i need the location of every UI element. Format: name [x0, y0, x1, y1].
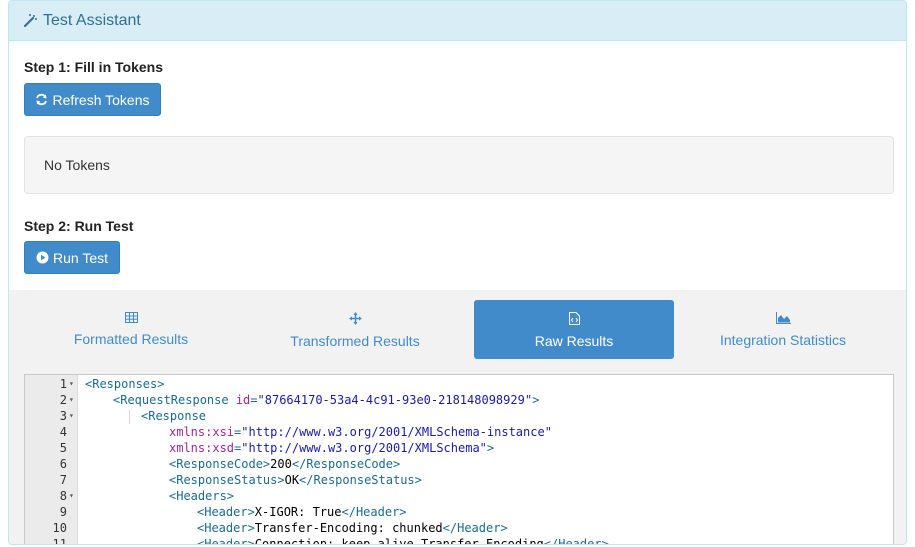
fold-toggle-icon[interactable]: ▾	[69, 376, 74, 392]
line-number: 8	[59, 489, 67, 503]
code-text: <Responses>	[85, 376, 164, 392]
code-token: <Headers>	[169, 489, 235, 503]
code-token: id	[235, 393, 251, 407]
fold-toggle-icon[interactable]: ▾	[69, 392, 74, 408]
code-line: 3 ▾ <Response	[25, 408, 893, 424]
code-text: <Response	[141, 408, 206, 424]
line-number: 6	[59, 457, 67, 471]
code-token: >	[486, 441, 495, 455]
tab-formatted-results-label: Formatted Results	[73, 331, 189, 347]
code-token: </Header>	[341, 505, 407, 519]
fold-toggle-icon[interactable]: ▾	[69, 488, 74, 504]
run-test-button[interactable]: Run Test	[24, 241, 120, 274]
arrows-move-icon	[348, 312, 362, 325]
code-token: </ResponseStatus>	[299, 473, 422, 487]
code-token: </ResponseCode>	[291, 457, 401, 471]
code-line: 10 <Header>Transfer-Encoding: chunked</He…	[25, 520, 893, 536]
refresh-icon	[35, 93, 52, 106]
code-token: xmlns:xsd	[169, 441, 235, 455]
run-test-label: Run Test	[53, 249, 108, 266]
code-text: <Header>Connection: keep-alive,Transfer-…	[197, 536, 609, 545]
code-token: Transfer-Encoding: chunked	[254, 521, 443, 535]
magic-wand-icon	[23, 13, 37, 28]
code-line: 4 xmlns:xsi="http://www.w3.org/2001/XMLSc…	[25, 424, 893, 440]
tab-raw-results-label: Raw Results	[534, 333, 614, 349]
code-token: xmlns:xsi	[169, 425, 235, 439]
code-token: <Header>	[197, 521, 255, 535]
code-token: <Responses>	[85, 377, 165, 391]
code-token: OK	[284, 473, 300, 487]
code-line: 9 <Header>X-IGOR: True</Header>	[25, 504, 893, 520]
code-token: <RequestResponse	[113, 393, 236, 407]
test-assistant-panel: Test Assistant Step 1: Fill in Tokens Re…	[8, 0, 907, 545]
code-file-icon	[568, 312, 580, 325]
code-text: <RequestResponse id="87664170-53a4-4c91-…	[113, 392, 539, 408]
code-token: <ResponseCode>	[169, 457, 271, 471]
code-token: 200	[270, 457, 292, 471]
code-text: <Headers>	[169, 488, 234, 504]
code-line: 2 ▾ <RequestResponse id="87664170-53a4-4c9…	[25, 392, 893, 408]
code-token: =	[250, 393, 258, 407]
indent-guide	[129, 410, 130, 424]
code-token: <Header>	[197, 505, 255, 519]
tab-transformed-results-label: Transformed Results	[290, 333, 420, 349]
code-token: </Header>	[543, 537, 609, 545]
tokens-text: No Tokens	[44, 157, 110, 173]
code-text: <Header>X-IGOR: True</Header>	[197, 504, 407, 520]
code-line: 7 <ResponseStatus>OK</ResponseStatus>	[25, 472, 893, 488]
area-chart-icon	[775, 312, 791, 324]
refresh-tokens-label: Refresh Tokens	[52, 91, 150, 108]
tab-integration-statistics[interactable]: Integration Statistics	[683, 300, 883, 359]
play-circle-icon	[36, 251, 53, 264]
code-line: 5 xmlns:xsd="http://www.w3.org/2001/XMLSc…	[25, 440, 893, 456]
line-number: 11	[52, 537, 67, 545]
tokens-well: No Tokens	[24, 136, 894, 194]
line-number: 9	[59, 505, 67, 519]
code-text: <ResponseStatus>OK</ResponseStatus>	[169, 472, 422, 488]
line-number: 3	[59, 409, 67, 423]
refresh-tokens-button[interactable]: Refresh Tokens	[24, 83, 161, 116]
code-line: 1 ▾ <Responses>	[25, 376, 893, 392]
code-text: <Header>Transfer-Encoding: chunked</Head…	[197, 520, 508, 536]
code-token: "http://www.w3.org/2001/XMLSchema"	[241, 441, 487, 455]
code-token: "87664170-53a4-4c91-93e0-218148098929"	[257, 393, 533, 407]
code-token: Connection: keep-alive,Transfer-Encoding	[254, 537, 544, 545]
line-number: 7	[59, 473, 67, 487]
code-token: </Header>	[442, 521, 508, 535]
code-token: X-IGOR: True	[254, 505, 342, 519]
line-number: 2	[59, 393, 67, 407]
line-number: 4	[59, 425, 67, 439]
tab-formatted-results[interactable]: Formatted Results	[31, 300, 231, 359]
tab-raw-results[interactable]: Raw Results	[474, 300, 674, 359]
results-area: Formatted Results Transformed Results Ra…	[9, 290, 906, 544]
table-icon	[124, 312, 138, 323]
panel-title: Test Assistant	[43, 11, 141, 29]
code-token: >	[532, 393, 540, 407]
code-token: <Response	[141, 409, 207, 423]
code-text: xmlns:xsd="http://www.w3.org/2001/XMLSch…	[169, 440, 494, 456]
code-text: xmlns:xsi="http://www.w3.org/2001/XMLSch…	[169, 424, 552, 440]
step1-label: Step 1: Fill in Tokens	[24, 59, 163, 75]
code-line: 8 ▾ <Headers>	[25, 488, 893, 504]
tab-transformed-results[interactable]: Transformed Results	[255, 300, 455, 359]
code-line: 11 <Header>Connection: keep-alive,Transfe…	[25, 536, 893, 545]
code-token: "http://www.w3.org/2001/XMLSchema-instan…	[241, 425, 552, 439]
raw-results-code-editor[interactable]: 1 ▾ <Responses> 2 ▾ <RequestResponse id="8766…	[24, 374, 894, 545]
panel-heading: Test Assistant	[9, 1, 906, 41]
code-line: 6 <ResponseCode>200</ResponseCode>	[25, 456, 893, 472]
line-number: 5	[59, 441, 67, 455]
fold-toggle-icon[interactable]: ▾	[69, 408, 74, 424]
line-number: 10	[52, 521, 67, 535]
code-text: <ResponseCode>200</ResponseCode>	[169, 456, 400, 472]
tab-integration-statistics-label: Integration Statistics	[719, 332, 847, 348]
code-token: <ResponseStatus>	[169, 473, 285, 487]
step2-label: Step 2: Run Test	[24, 218, 134, 234]
code-token: <Header>	[197, 537, 255, 545]
line-number: 1	[59, 377, 67, 391]
